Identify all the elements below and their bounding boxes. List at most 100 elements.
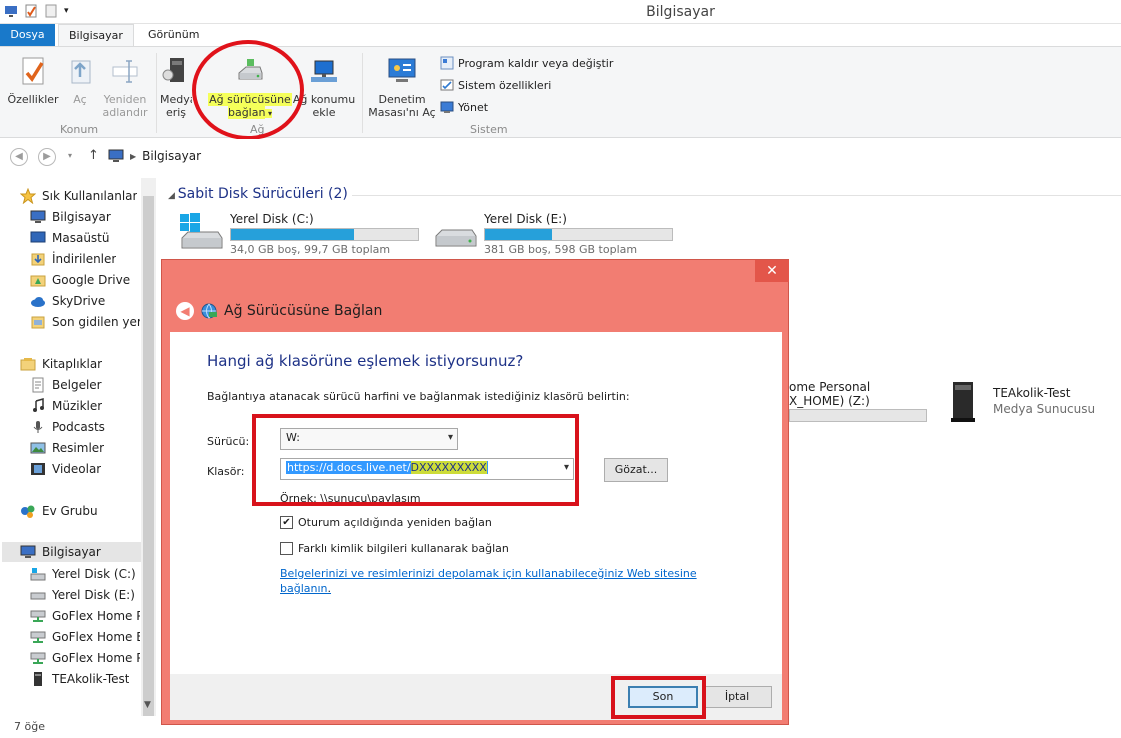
nav-documents[interactable]: Belgeler xyxy=(30,377,102,393)
nav-fav-computer[interactable]: Bilgisayar xyxy=(30,209,111,225)
rename-button[interactable]: Yeniden adlandır xyxy=(98,55,152,119)
nav-downloads[interactable]: İndirilenler xyxy=(30,251,116,267)
finish-button[interactable]: Son xyxy=(628,686,698,708)
network-drive-icon xyxy=(30,610,46,622)
computer-icon xyxy=(108,149,124,162)
nav-favorites-label: Sık Kullanılanlar xyxy=(42,189,138,203)
network-drive-tile[interactable]: ome Personal X_HOME) (Z:) xyxy=(789,380,927,422)
nav-teakolik[interactable]: TEAkolik-Test xyxy=(30,671,129,687)
up-arrow-icon[interactable]: ↑ xyxy=(88,148,99,163)
control-panel-button[interactable]: Denetim Masası'nı Aç xyxy=(368,55,436,119)
nav-pictures-label: Resimler xyxy=(52,441,105,455)
section-hard-drives-label: Sabit Disk Sürücüleri (2) xyxy=(177,186,348,202)
network-drive-name-2: X_HOME) (Z:) xyxy=(789,394,870,408)
ribbon-separator xyxy=(362,53,363,133)
web-storage-link-text[interactable]: Belgelerinizi ve resimlerinizi depolamak… xyxy=(280,567,697,595)
nav-libraries-label: Kitaplıklar xyxy=(42,357,103,371)
nav-fav-computer-label: Bilgisayar xyxy=(52,210,111,224)
nav-favorites[interactable]: Sık Kullanılanlar xyxy=(20,188,137,204)
rename-label-1: Yeniden xyxy=(103,93,147,106)
address-bar-area: ◀ ▶ ▾ ↑ ▶ Bilgisayar xyxy=(0,139,1121,175)
browse-button[interactable]: Gözat... xyxy=(604,458,668,482)
nav-libraries[interactable]: Kitaplıklar xyxy=(20,356,102,372)
nav-goflex-3-label: GoFlex Home Pe xyxy=(52,651,140,665)
system-properties-button[interactable]: Sistem özellikleri xyxy=(440,78,551,92)
nav-homegroup[interactable]: Ev Grubu xyxy=(20,503,98,519)
nav-desktop[interactable]: Masaüstü xyxy=(30,230,109,246)
forward-button[interactable]: ▶ xyxy=(38,148,56,166)
desktop-icon xyxy=(30,231,46,243)
nav-goflex-3[interactable]: GoFlex Home Pe xyxy=(30,650,140,666)
web-storage-link[interactable]: Belgelerinizi ve resimlerinizi depolamak… xyxy=(280,566,700,596)
system-props-label: Sistem özellikleri xyxy=(458,78,552,92)
cancel-button[interactable]: İptal xyxy=(702,686,772,708)
media-access-button[interactable]: Medya eriş xyxy=(160,55,192,119)
documents-icon xyxy=(32,377,44,393)
nav-scrollbar[interactable]: ▼ xyxy=(141,178,156,716)
nav-music-label: Müzikler xyxy=(52,399,103,413)
back-arrow-icon: ◀ xyxy=(180,304,190,318)
nav-skydrive[interactable]: SkyDrive xyxy=(30,293,105,309)
section-hard-drives[interactable]: ◢ Sabit Disk Sürücüleri (2) xyxy=(168,186,348,202)
other-credentials-checkbox-box[interactable] xyxy=(280,542,293,555)
map-network-drive-button[interactable]: Ağ sürücüsüne bağlan ▾ xyxy=(208,55,292,120)
nav-scrollbar-thumb[interactable] xyxy=(143,196,154,716)
nav-recent-places[interactable]: Son gidilen yerler xyxy=(30,314,140,330)
nav-music[interactable]: Müzikler xyxy=(30,398,102,414)
other-credentials-checkbox[interactable]: Farklı kimlik bilgileri kullanarak bağla… xyxy=(280,542,509,555)
breadcrumb-computer[interactable]: Bilgisayar xyxy=(142,149,201,163)
nav-google-drive-label: Google Drive xyxy=(52,273,131,287)
nav-teakolik-label: TEAkolik-Test xyxy=(52,672,130,686)
back-button[interactable]: ◀ xyxy=(176,302,194,320)
rename-label-2: adlandır xyxy=(102,106,148,119)
nav-documents-label: Belgeler xyxy=(52,378,102,392)
folder-input[interactable]: https://d.docs.live.net/DXXXXXXXXX ▾ xyxy=(280,458,574,480)
nav-videos[interactable]: Videolar xyxy=(30,461,101,477)
title-bar: ▾ Bilgisayar xyxy=(0,0,1121,24)
nav-desktop-label: Masaüstü xyxy=(52,231,110,245)
manage-button[interactable]: Yönet xyxy=(440,100,488,114)
nav-podcasts[interactable]: Podcasts xyxy=(30,419,105,435)
nav-disk-e[interactable]: Yerel Disk (E:) xyxy=(30,587,135,603)
scroll-down-icon[interactable]: ▼ xyxy=(144,700,151,710)
nav-computer[interactable]: Bilgisayar xyxy=(2,542,141,562)
nav-goflex-1[interactable]: GoFlex Home Pu xyxy=(30,608,140,624)
group-label-network: Ağ xyxy=(250,123,265,136)
chevron-down-icon: ◢ xyxy=(168,191,178,201)
tab-view[interactable]: Görünüm xyxy=(138,24,209,46)
ribbon-tabs: Dosya Bilgisayar Görünüm xyxy=(0,24,1121,46)
reconnect-checkbox-box[interactable]: ✔ xyxy=(280,516,293,529)
libraries-icon xyxy=(20,358,36,371)
network-drive-icon xyxy=(30,631,46,643)
drive-letter-value: W: xyxy=(286,431,300,444)
recent-locations-icon[interactable]: ▾ xyxy=(68,151,72,160)
nav-pictures[interactable]: Resimler xyxy=(30,440,104,456)
media-server-tile[interactable]: TEAkolik-Test Medya Sunucusu xyxy=(946,380,1095,422)
drive-letter-select[interactable]: W: ▾ xyxy=(280,428,458,450)
drive-c-usage-bar xyxy=(230,228,419,241)
network-drive-icon xyxy=(238,59,263,80)
properties-button[interactable]: Özellikler xyxy=(6,55,60,106)
drive-c-tile[interactable]: Yerel Disk (C:) 34,0 GB boş, 99,7 GB top… xyxy=(178,212,419,256)
uninstall-program-button[interactable]: Program kaldır veya değiştir xyxy=(440,56,613,70)
nav-goflex-2[interactable]: GoFlex Home Ba xyxy=(30,629,140,645)
tab-computer[interactable]: Bilgisayar xyxy=(58,24,134,46)
close-button[interactable]: ✕ xyxy=(755,260,789,282)
drive-e-tile[interactable]: Yerel Disk (E:) 381 GB boş, 598 GB topla… xyxy=(432,212,673,256)
nav-google-drive[interactable]: Google Drive xyxy=(30,272,130,288)
add-network-location-button[interactable]: Ağ konumu ekle xyxy=(292,55,356,119)
address-path[interactable]: ▶ Bilgisayar xyxy=(108,145,1121,167)
nav-disk-e-label: Yerel Disk (E:) xyxy=(52,588,135,602)
reconnect-checkbox[interactable]: ✔ Oturum açıldığında yeniden bağlan xyxy=(280,516,492,529)
drive-c-name: Yerel Disk (C:) xyxy=(230,212,314,226)
open-button[interactable]: Aç xyxy=(64,55,96,106)
computer-icon xyxy=(20,545,36,558)
nav-disk-c[interactable]: Yerel Disk (C:) xyxy=(30,566,136,582)
rename-icon xyxy=(112,60,138,83)
control-panel-label-2: Masası'nı Aç xyxy=(368,106,436,119)
back-button[interactable]: ◀ xyxy=(10,148,28,166)
tab-file[interactable]: Dosya xyxy=(0,24,55,46)
program-icon xyxy=(440,56,454,70)
properties-label: Özellikler xyxy=(7,93,59,106)
media-label-1: Medya xyxy=(160,93,192,106)
